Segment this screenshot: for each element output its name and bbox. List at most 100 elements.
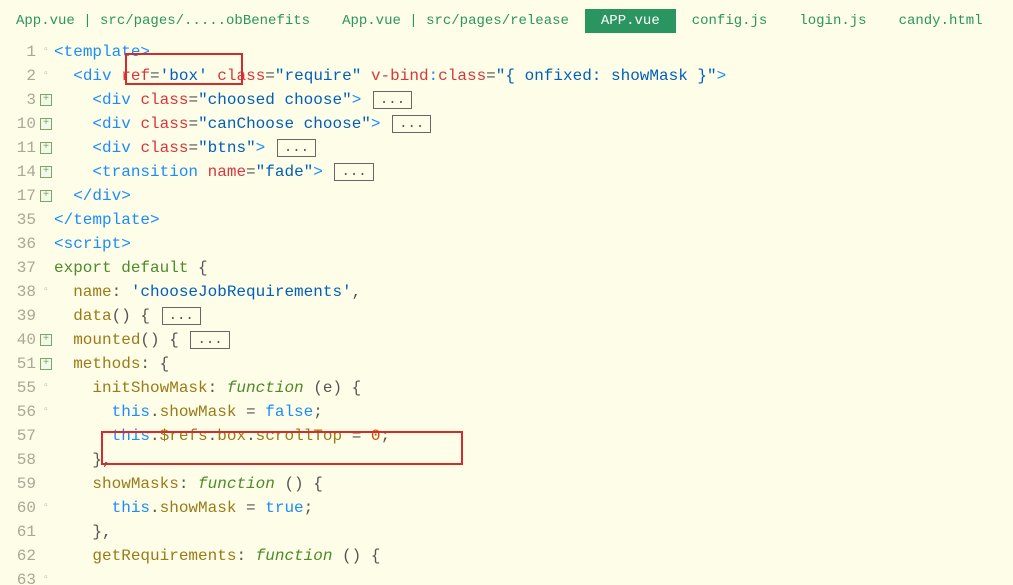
code-line[interactable]: <script> [54, 232, 1013, 256]
gutter-line: 14+ [0, 160, 54, 184]
tab-file[interactable]: candy.html [883, 9, 999, 33]
gutter-line: 63▫ [0, 568, 54, 585]
gutter-line: 10+ [0, 112, 54, 136]
line-number: 40 [8, 328, 36, 352]
gutter-line: 59 [0, 472, 54, 496]
line-number: 11 [8, 136, 36, 160]
line-number: 38 [8, 280, 36, 304]
gutter-line: 17 + [0, 184, 54, 208]
line-number: 39 [8, 304, 36, 328]
code-line[interactable]: <transition name="fade"> ... [54, 160, 1013, 184]
fold-collapse-icon[interactable]: ▫ [40, 286, 52, 298]
gutter-line: 35 [0, 208, 54, 232]
fold-none [40, 526, 52, 538]
code-line[interactable]: }, [54, 448, 1013, 472]
fold-collapse-icon[interactable]: ▫ [40, 70, 52, 82]
fold-none [40, 238, 52, 250]
code-line[interactable]: mounted() { ... [54, 328, 1013, 352]
fold-none [40, 214, 52, 226]
tab-file[interactable]: config.js [676, 9, 784, 33]
tab-file[interactable]: login.js [783, 9, 882, 33]
code-line[interactable]: this.$refs.box.scrollTop = 0; [54, 424, 1013, 448]
tab-file[interactable]: cart.html [999, 9, 1013, 33]
line-number: 60 [8, 496, 36, 520]
code-line[interactable]: initShowMask: function (e) { [54, 376, 1013, 400]
gutter-line: 2▫ [0, 64, 54, 88]
code-line[interactable]: </div> [54, 184, 1013, 208]
line-number: 2 [8, 64, 36, 88]
fold-none [40, 478, 52, 490]
code-line[interactable]: getRequirements: function () { [54, 544, 1013, 568]
gutter-line: 36 [0, 232, 54, 256]
line-number: 17 [8, 184, 36, 208]
line-number: 51 [8, 352, 36, 376]
line-number: 59 [8, 472, 36, 496]
fold-placeholder[interactable]: ... [190, 331, 229, 349]
gutter-line: 62 [0, 544, 54, 568]
fold-placeholder[interactable]: ... [373, 91, 412, 109]
fold-collapse-icon[interactable]: ▫ [40, 406, 52, 418]
fold-expand-icon[interactable]: + [40, 118, 52, 130]
fold-none [40, 262, 52, 274]
line-number: 61 [8, 520, 36, 544]
fold-expand-icon[interactable]: + [40, 166, 52, 178]
gutter-line: 11 + [0, 136, 54, 160]
gutter-line: 57 [0, 424, 54, 448]
code-content[interactable]: <template> <div ref='box' class="require… [54, 40, 1013, 585]
fold-collapse-icon[interactable]: ▫ [40, 46, 52, 58]
line-number: 56 [8, 400, 36, 424]
code-line[interactable]: methods: { [54, 352, 1013, 376]
fold-collapse-icon[interactable]: ▫ [40, 574, 52, 585]
fold-expand-icon[interactable]: + [40, 190, 52, 202]
line-number: 1 [8, 40, 36, 64]
fold-placeholder[interactable]: ... [334, 163, 373, 181]
code-line[interactable]: this.showMask = false; [54, 400, 1013, 424]
code-line[interactable]: export default { [54, 256, 1013, 280]
code-line[interactable]: name: 'chooseJobRequirements', [54, 280, 1013, 304]
fold-expand-icon[interactable]: + [40, 142, 52, 154]
fold-collapse-icon[interactable]: ▫ [40, 502, 52, 514]
fold-expand-icon[interactable]: + [40, 358, 52, 370]
code-line[interactable]: <div class="btns"> ... [54, 136, 1013, 160]
fold-none [40, 454, 52, 466]
gutter-line: 56 ▫ [0, 400, 54, 424]
code-line[interactable]: <template> [54, 40, 1013, 64]
gutter-line: 40 + [0, 328, 54, 352]
line-number: 35 [8, 208, 36, 232]
line-number: 3 [8, 88, 36, 112]
line-number: 57 [8, 424, 36, 448]
line-number: 58 [8, 448, 36, 472]
gutter-line: 55 ▫ [0, 376, 54, 400]
code-line[interactable]: <div ref='box' class="require" v-bind:cl… [54, 64, 1013, 88]
code-line[interactable]: <div class="choosed choose"> ... [54, 88, 1013, 112]
fold-placeholder[interactable]: ... [162, 307, 201, 325]
gutter-line: 3+ [0, 88, 54, 112]
fold-none [40, 550, 52, 562]
code-line[interactable]: }, [54, 520, 1013, 544]
gutter-line: 1▫ [0, 40, 54, 64]
gutter-line: 39 [0, 304, 54, 328]
code-line[interactable]: data() { ... [54, 304, 1013, 328]
tab-file[interactable]: App.vue | src/pages/.....obBenefits [0, 9, 326, 33]
fold-placeholder[interactable]: ... [277, 139, 316, 157]
code-line[interactable]: showMasks: function () { [54, 472, 1013, 496]
gutter-line: 38 ▫ [0, 280, 54, 304]
tab-file-active[interactable]: APP.vue [585, 9, 676, 33]
code-line[interactable]: </template> [54, 208, 1013, 232]
fold-none [40, 430, 52, 442]
code-line[interactable]: this.showMask = true; [54, 496, 1013, 520]
fold-collapse-icon[interactable]: ▫ [40, 382, 52, 394]
gutter-line: 58 [0, 448, 54, 472]
line-number: 55 [8, 376, 36, 400]
fold-expand-icon[interactable]: + [40, 334, 52, 346]
fold-none [40, 310, 52, 322]
code-area[interactable]: 1▫2▫3+10+11+14+17+35363738▫3940+51+55▫56… [0, 40, 1013, 585]
tab-bar: App.vue | src/pages/.....obBenefits App.… [0, 0, 1013, 40]
line-gutter: 1▫2▫3+10+11+14+17+35363738▫3940+51+55▫56… [0, 40, 54, 585]
gutter-line: 61 [0, 520, 54, 544]
code-line[interactable]: <div class="canChoose choose"> ... [54, 112, 1013, 136]
tab-file[interactable]: App.vue | src/pages/release [326, 9, 585, 33]
code-editor: App.vue | src/pages/.....obBenefits App.… [0, 0, 1013, 585]
fold-placeholder[interactable]: ... [392, 115, 431, 133]
fold-expand-icon[interactable]: + [40, 94, 52, 106]
